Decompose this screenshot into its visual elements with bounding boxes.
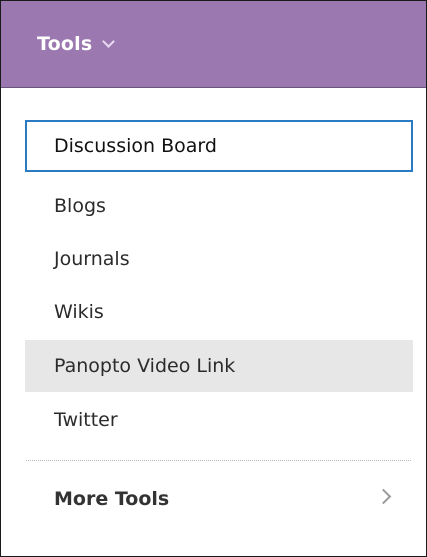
tools-menu-header[interactable]: Tools xyxy=(1,1,426,88)
menu-item-label: Panopto Video Link xyxy=(54,355,236,377)
tools-panel: Tools Discussion Board Blogs Journals Wi… xyxy=(0,0,427,557)
menu-item-blogs[interactable]: Blogs xyxy=(25,180,413,232)
menu-item-discussion-board[interactable]: Discussion Board xyxy=(25,120,413,172)
more-tools-button[interactable]: More Tools xyxy=(25,471,413,527)
chevron-right-icon xyxy=(375,488,392,504)
chevron-down-icon xyxy=(102,34,116,48)
menu-item-journals[interactable]: Journals xyxy=(25,233,413,285)
menu-item-twitter[interactable]: Twitter xyxy=(25,394,413,446)
menu-divider xyxy=(26,460,411,461)
menu-item-label: Wikis xyxy=(54,301,104,323)
menu-item-label: Journals xyxy=(54,248,130,270)
menu-item-label: Blogs xyxy=(54,195,106,217)
menu-item-wikis[interactable]: Wikis xyxy=(25,286,413,338)
menu-item-panopto-video-link[interactable]: Panopto Video Link xyxy=(25,340,413,392)
more-tools-label: More Tools xyxy=(54,488,170,510)
tools-header-title: Tools xyxy=(37,33,93,55)
menu-item-label: Twitter xyxy=(54,409,118,431)
menu-item-label: Discussion Board xyxy=(54,135,217,157)
